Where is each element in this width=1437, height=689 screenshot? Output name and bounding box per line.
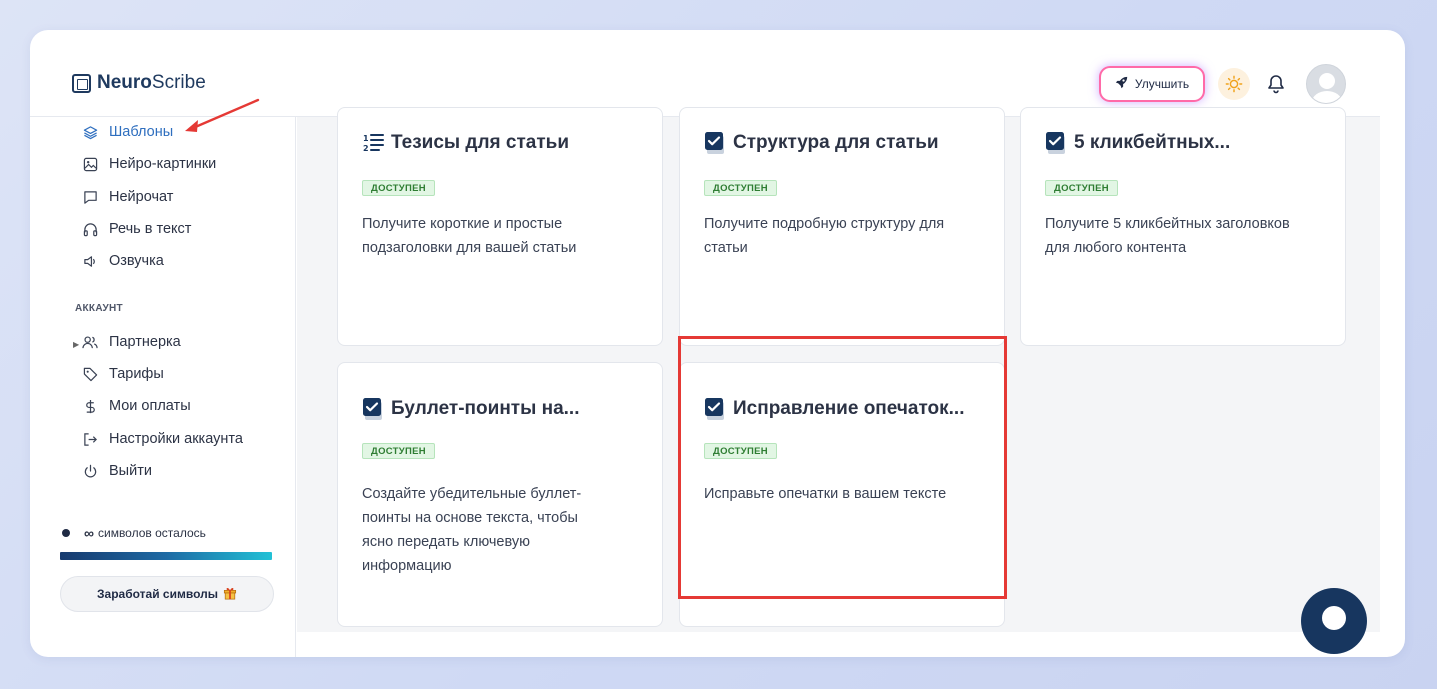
card-title-text: Буллет-поинты на... [391,398,580,419]
template-card-structure[interactable]: Структура для статьи ДОСТУПЕН Получите п… [679,107,1005,346]
svg-text:1: 1 [363,134,369,143]
sidebar-item-partners[interactable]: Партнерка [82,331,181,353]
logo-name-bold: Neuro [97,72,152,93]
sidebar-item-label: Озвучка [109,253,164,269]
sidebar-item-templates[interactable]: Шаблоны [82,121,173,143]
sidebar-item-label: Настройки аккаунта [109,431,243,447]
gift-icon [223,586,237,603]
expand-caret-icon[interactable]: ▶ [73,340,79,349]
card-description: Создайте убедительные буллет-поинты на о… [362,486,582,574]
status-badge: ДОСТУПЕН [362,180,435,196]
support-chat-button[interactable] [1301,588,1367,654]
sidebar-item-label: Нейро-картинки [109,156,217,172]
app-logo[interactable]: Neuro Scribe [72,72,206,94]
sidebar-item-tariffs[interactable]: Тарифы [82,363,164,385]
card-title-text: Тезисы для статьи [391,132,570,153]
sidebar-item-label: Мои оплаты [109,398,191,414]
credits-label: символов осталось [97,526,206,540]
template-card-theses[interactable]: 12 Тезисы для статьи ДОСТУПЕН Получите к… [337,107,663,346]
sidebar-item-speech-to-text[interactable]: Речь в текст [82,218,191,240]
checkbox-icon [1045,131,1067,155]
status-badge: ДОСТУПЕН [362,443,435,459]
logo-name-light: Scribe [151,72,206,93]
template-card-bullet-points[interactable]: Буллет-поинты на... ДОСТУПЕН Создайте уб… [337,362,663,627]
card-title: 12 Тезисы для статьи [362,131,569,155]
card-title: Структура для статьи [704,131,939,155]
card-title-text: Структура для статьи [733,132,939,153]
sidebar-item-neurochat[interactable]: Нейрочат [82,186,173,208]
theme-toggle-sun-icon[interactable] [1218,68,1250,100]
tag-icon [82,366,98,382]
status-badge: ДОСТУПЕН [704,180,777,196]
template-card-typo-fix[interactable]: Исправление опечаток... ДОСТУПЕН Исправь… [679,362,1005,627]
sidebar-item-label: Партнерка [109,334,181,350]
sidebar-item-label: Тарифы [109,366,164,382]
card-description: Получите 5 кликбейтных заголовков для лю… [1045,216,1290,256]
templates-grid: 12 Тезисы для статьи ДОСТУПЕН Получите к… [297,107,1380,632]
checkbox-icon [704,131,726,155]
numbered-list-icon: 12 [362,131,384,155]
card-title: Исправление опечаток... [704,397,964,421]
login-icon [82,431,98,447]
credits-progress-bar [60,552,272,560]
app-window: Neuro Scribe Улучшить Шаблоны Нейро-карти… [30,30,1405,657]
sidebar-item-label: Шаблоны [109,124,174,140]
svg-text:2: 2 [363,144,369,153]
users-icon [82,334,98,350]
sidebar-item-account-settings[interactable]: Настройки аккаунта [82,428,243,450]
upgrade-button[interactable]: Улучшить [1101,68,1203,100]
account-section-label: АККАУНТ [75,303,123,314]
sidebar-item-voiceover[interactable]: Озвучка [82,250,164,272]
sidebar-item-my-payments[interactable]: Мои оплаты [82,395,191,417]
sidebar: Шаблоны Нейро-картинки Нейрочат Речь в т… [30,117,296,657]
rocket-icon [1115,76,1128,92]
credits-dot [62,529,70,537]
card-title: Буллет-поинты на... [362,397,580,421]
logo-icon [72,73,91,93]
avatar-head [1319,73,1335,89]
speaker-icon [82,253,98,269]
card-description: Получите короткие и простые подзаголовки… [362,216,577,256]
status-badge: ДОСТУПЕН [1045,180,1118,196]
user-avatar[interactable] [1306,64,1346,104]
sidebar-item-neuro-images[interactable]: Нейро-картинки [82,153,216,175]
power-icon [82,463,98,479]
sidebar-item-label: Нейрочат [109,189,174,205]
checkbox-icon [704,397,726,421]
image-icon [82,156,98,172]
sidebar-item-logout[interactable]: Выйти [82,460,152,482]
credits-remaining: ∞ символов осталось [62,525,206,541]
chat-icon [82,189,98,205]
card-title-text: 5 кликбейтных... [1074,132,1231,153]
dollar-icon [82,398,98,414]
earn-credits-button[interactable]: Заработай символы [60,576,274,612]
notifications-bell-icon[interactable] [1263,70,1289,98]
sidebar-item-label: Выйти [109,463,152,479]
card-description: Исправьте опечатки в вашем тексте [704,486,947,502]
card-description: Получите подробную структуру для статьи [704,216,945,256]
upgrade-label: Улучшить [1134,77,1190,91]
sidebar-item-label: Речь в текст [109,221,192,237]
checkbox-icon [362,397,384,421]
earn-credits-label: Заработай символы [97,587,218,601]
card-title-text: Исправление опечаток... [733,398,965,419]
card-title: 5 кликбейтных... [1045,131,1230,155]
headphones-icon [82,221,98,237]
avatar-body [1312,91,1342,103]
template-card-clickbait[interactable]: 5 кликбейтных... ДОСТУПЕН Получите 5 кли… [1020,107,1346,346]
credits-value: ∞ [84,525,94,541]
status-badge: ДОСТУПЕН [704,443,777,459]
layers-icon [82,124,98,140]
